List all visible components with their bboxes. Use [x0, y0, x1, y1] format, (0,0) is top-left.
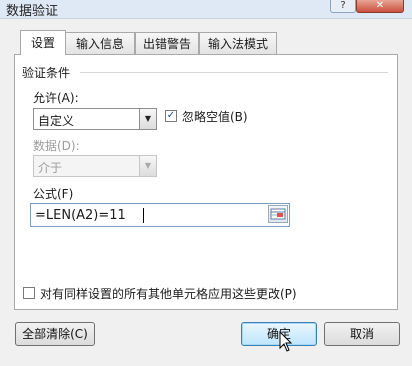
formula-value: =LEN(A2)=11 — [35, 208, 126, 223]
allow-select[interactable]: 自定义 ▼ — [33, 108, 157, 130]
help-button[interactable]: ? — [330, 0, 356, 13]
mouse-pointer-icon — [279, 331, 293, 352]
data-select[interactable]: 介于 ▼ — [33, 155, 157, 177]
close-button[interactable]: ✕ — [356, 0, 404, 13]
tab-ime-mode[interactable]: 输入法模式 — [199, 32, 277, 54]
formula-input[interactable]: =LEN(A2)=11 — [30, 203, 290, 227]
ignore-blank-label: 忽略空值(B) — [182, 110, 248, 124]
formula-label: 公式(F) — [33, 187, 74, 201]
range-select-icon[interactable] — [268, 205, 288, 223]
apply-all-label: 对有同样设置的所有其他单元格应用这些更改(P) — [40, 287, 297, 301]
text-caret — [143, 208, 144, 223]
validation-criteria-title: 验证条件 — [22, 66, 71, 80]
ignore-blank-checkbox[interactable]: ✓ — [165, 110, 177, 122]
clear-all-button[interactable]: 全部清除(C) — [15, 322, 95, 346]
data-label: 数据(D): — [33, 139, 80, 153]
tab-settings[interactable]: 设置 — [20, 30, 66, 55]
chevron-down-icon[interactable]: ▼ — [139, 109, 156, 129]
allow-value: 自定义 — [38, 114, 75, 128]
title-bar: 数据验证 ? ✕ — [0, 0, 412, 19]
cancel-button[interactable]: 取消 — [324, 322, 400, 346]
tab-input-message[interactable]: 输入信息 — [65, 32, 135, 54]
allow-label: 允许(A): — [33, 91, 79, 105]
chevron-down-icon[interactable]: ▼ — [139, 156, 156, 176]
tab-error-alert[interactable]: 出错警告 — [135, 32, 199, 54]
window-title: 数据验证 — [6, 4, 59, 19]
apply-all-checkbox[interactable] — [23, 287, 35, 299]
data-value: 介于 — [38, 161, 63, 175]
section-divider — [80, 72, 388, 73]
